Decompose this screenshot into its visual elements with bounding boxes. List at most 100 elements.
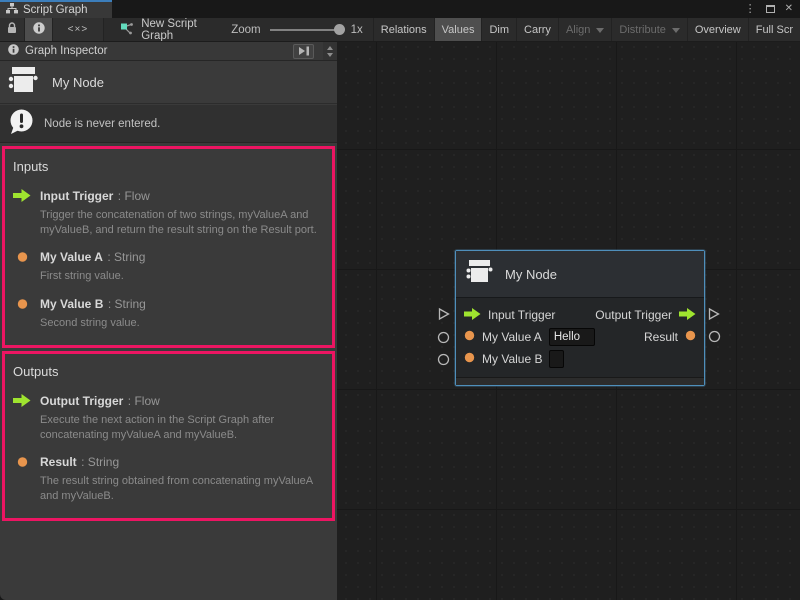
chevron-down-icon	[596, 28, 604, 33]
node-icon	[466, 258, 494, 290]
outputs-title: Outputs	[13, 364, 324, 379]
node-icon	[8, 65, 39, 100]
port-name: Input Trigger	[40, 189, 113, 203]
warning-banner: Node is never entered.	[0, 105, 337, 143]
port-description: First string value.	[40, 269, 145, 284]
port-type: : String	[107, 250, 145, 264]
port-my-value-a: My Value A : String First string value.	[13, 248, 324, 284]
my-value-b-input[interactable]	[549, 350, 564, 368]
distribute-dropdown: Distribute	[611, 18, 686, 41]
external-flow-input-connector[interactable]	[437, 307, 451, 321]
maximize-icon[interactable]	[766, 5, 775, 13]
port-my-value-b: My Value B : String Second string value.	[13, 295, 324, 331]
toolbar: <×> New Script Graph Zoom 1x Relations V…	[0, 18, 800, 42]
value-port-icon	[13, 248, 31, 284]
port-name: My Value A	[40, 250, 103, 264]
node-header[interactable]: My Node	[456, 251, 704, 298]
graph-inspector-panel: Graph Inspector My Node Node is never en…	[0, 42, 337, 600]
port-description: Second string value.	[40, 316, 146, 331]
graph-asset-icon	[120, 22, 134, 38]
arrow-up-icon[interactable]	[327, 46, 333, 50]
dock-panel-button[interactable]	[293, 44, 314, 59]
port-type: : String	[81, 455, 119, 469]
flow-port-icon[interactable]	[464, 308, 481, 323]
zoom-label: Zoom	[231, 24, 260, 36]
external-flow-output-connector[interactable]	[707, 307, 721, 321]
new-script-graph-button[interactable]: New Script Graph	[104, 18, 231, 41]
port-name: My Value B	[40, 297, 103, 311]
overview-button[interactable]: Overview	[687, 18, 748, 41]
tab-label: Script Graph	[23, 4, 88, 16]
port-input-trigger: Input Trigger : Flow Trigger the concate…	[13, 187, 324, 237]
align-label: Align	[566, 24, 590, 36]
flow-port-icon	[13, 392, 31, 442]
window-controls: ⋮ ✕	[745, 0, 800, 18]
external-result-connector[interactable]	[708, 330, 721, 343]
zoom-slider[interactable]	[270, 29, 342, 31]
code-view-button[interactable]: <×>	[53, 18, 105, 41]
sitemap-icon	[6, 1, 18, 19]
port-output-trigger: Output Trigger : Flow Execute the next a…	[13, 392, 324, 442]
output-trigger-label: Output Trigger	[595, 308, 672, 322]
align-dropdown: Align	[558, 18, 611, 41]
my-value-a-label: My Value A	[482, 330, 542, 344]
dim-button[interactable]: Dim	[481, 18, 516, 41]
info-icon	[8, 42, 19, 60]
zoom-slider-handle[interactable]	[334, 24, 345, 35]
warning-bubble-icon	[8, 108, 35, 140]
my-node-unit[interactable]: My Node Input Trigger Output Trigger	[455, 250, 705, 386]
inspector-toggle-button[interactable]	[25, 18, 52, 41]
my-value-a-input[interactable]	[549, 328, 595, 346]
inputs-section: Inputs Input Trigger : Flow Trigger the …	[2, 146, 335, 348]
value-port-icon	[13, 453, 31, 503]
inputs-title: Inputs	[13, 159, 324, 174]
inspector-title: Graph Inspector	[25, 45, 287, 57]
port-description: The result string obtained from concaten…	[40, 474, 324, 503]
relations-button[interactable]: Relations	[373, 18, 434, 41]
warning-text: Node is never entered.	[44, 118, 160, 130]
external-value-b-connector[interactable]	[437, 353, 450, 366]
zoom-control: Zoom 1x	[231, 18, 373, 41]
port-type: : Flow	[128, 394, 160, 408]
lock-button[interactable]	[0, 18, 25, 41]
toolbar-toggle-group: Relations Values Dim Carry Align Distrib…	[373, 18, 800, 41]
tab-script-graph[interactable]: Script Graph	[0, 0, 112, 18]
node-row-value-b: My Value B	[464, 348, 696, 370]
node-row-value-a: My Value A Result	[464, 326, 696, 348]
node-row-triggers: Input Trigger Output Trigger	[464, 304, 696, 326]
graph-canvas[interactable]: My Node Input Trigger Output Trigger	[337, 42, 800, 600]
arrow-down-icon[interactable]	[327, 53, 333, 57]
value-port-icon[interactable]	[464, 352, 475, 366]
input-trigger-label: Input Trigger	[488, 308, 555, 322]
title-bar: Script Graph ⋮ ✕	[0, 0, 800, 18]
port-description: Execute the next action in the Script Gr…	[40, 413, 324, 442]
external-value-a-connector[interactable]	[437, 331, 450, 344]
info-icon	[33, 21, 45, 39]
flow-port-icon	[13, 187, 31, 237]
menu-icon[interactable]: ⋮	[745, 4, 756, 15]
port-result: Result : String The result string obtain…	[13, 453, 324, 503]
inspector-header: Graph Inspector	[0, 42, 337, 61]
port-name: Result	[40, 455, 77, 469]
value-port-icon[interactable]	[464, 330, 475, 344]
node-title: My Node	[505, 267, 557, 282]
value-port-icon	[13, 295, 31, 331]
dock-right-icon	[298, 46, 310, 56]
node-summary: My Node	[0, 61, 337, 104]
node-footer	[456, 377, 704, 385]
node-body: Input Trigger Output Trigger My Value A …	[456, 298, 704, 377]
port-type: : String	[108, 297, 146, 311]
chevron-down-icon	[672, 28, 680, 33]
value-port-icon[interactable]	[685, 330, 696, 344]
code-icon: <×>	[68, 24, 89, 35]
close-icon[interactable]: ✕	[785, 4, 793, 14]
carry-button[interactable]: Carry	[516, 18, 558, 41]
port-description: Trigger the concatenation of two strings…	[40, 208, 324, 237]
values-button[interactable]: Values	[434, 18, 482, 41]
port-type: : Flow	[118, 189, 150, 203]
new-script-graph-label: New Script Graph	[141, 18, 221, 42]
scroll-spinner	[323, 42, 337, 60]
my-value-b-label: My Value B	[482, 352, 542, 366]
flow-port-icon[interactable]	[679, 308, 696, 323]
full-screen-button[interactable]: Full Scr	[748, 18, 800, 41]
